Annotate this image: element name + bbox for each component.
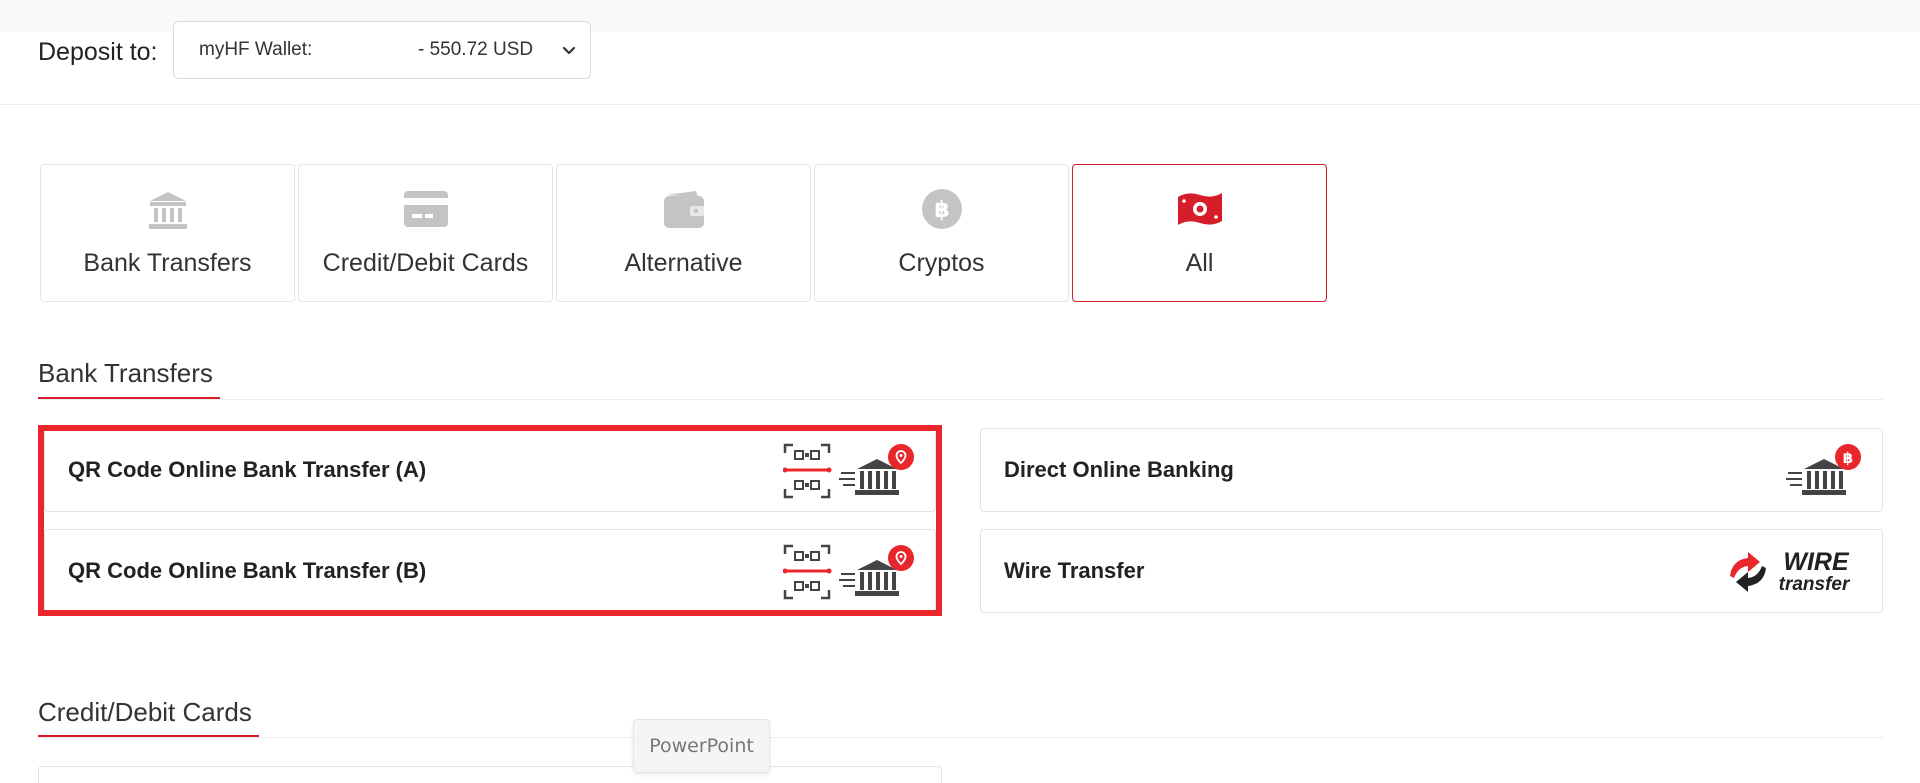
section-title-credit-debit-cards: Credit/Debit Cards (38, 697, 252, 727)
tab-alternative[interactable]: Alternative (556, 164, 811, 302)
method-name: QR Code Online Bank Transfer (B) (68, 558, 427, 583)
tab-credit-debit-cards[interactable]: Credit/Debit Cards (298, 164, 553, 302)
bitcoin-icon: ฿ (922, 189, 962, 229)
tooltip: PowerPoint (633, 719, 770, 773)
wire-transfer-logo-icon: WIRE transfer (1730, 548, 1851, 595)
method-qr-bank-transfer-b[interactable]: QR Code Online Bank Transfer (B) (44, 529, 936, 613)
svg-text:฿: ฿ (934, 198, 949, 223)
method-name: Wire Transfer (1004, 558, 1145, 583)
tab-all[interactable]: All (1072, 164, 1327, 302)
qr-bank-logo-icon (783, 443, 914, 499)
section-title-bank-transfers: Bank Transfers (38, 358, 213, 388)
wallet-select[interactable]: myHF Wallet: - 550.72 USD (173, 21, 591, 79)
method-direct-online-banking[interactable]: Direct Online Banking ฿ (980, 428, 1883, 512)
deposit-header: Deposit to: myHF Wallet: - 550.72 USD (0, 0, 1920, 105)
tab-cryptos[interactable]: ฿ Cryptos (814, 164, 1069, 302)
tooltip-text: PowerPoint (649, 735, 754, 757)
method-name: QR Code Online Bank Transfer (A) (68, 457, 427, 482)
wallet-name: myHF Wallet: (199, 39, 313, 60)
deposit-to-label: Deposit to: (38, 38, 158, 66)
tab-bank-transfers[interactable]: Bank Transfers (40, 164, 295, 302)
method-wire-transfer[interactable]: Wire Transfer WIRE transfer (980, 529, 1883, 613)
wire-logo-text: WIRE (1783, 548, 1850, 576)
tab-label: Cryptos (898, 249, 985, 277)
wallet-balance: - 550.72 USD (418, 39, 534, 60)
bank-icon (149, 192, 187, 229)
chevron-down-icon (562, 46, 576, 55)
bank-bitcoin-logo-icon: ฿ (1786, 444, 1861, 495)
credit-card-icon (404, 191, 448, 227)
section-divider (38, 737, 1883, 738)
section-divider (38, 399, 1883, 400)
cash-icon (1178, 193, 1222, 225)
svg-text:฿: ฿ (1843, 449, 1853, 467)
method-name: Direct Online Banking (1004, 457, 1234, 482)
transfer-logo-text: transfer (1779, 574, 1851, 595)
tab-label: Bank Transfers (83, 249, 252, 277)
tab-label: Alternative (624, 249, 743, 277)
tab-label: All (1185, 249, 1214, 277)
qr-bank-logo-icon (783, 544, 914, 600)
tab-label: Credit/Debit Cards (322, 249, 529, 277)
card-method-peek[interactable] (38, 766, 942, 783)
method-qr-bank-transfer-a[interactable]: QR Code Online Bank Transfer (A) (44, 428, 936, 512)
wallet-icon (664, 191, 704, 228)
